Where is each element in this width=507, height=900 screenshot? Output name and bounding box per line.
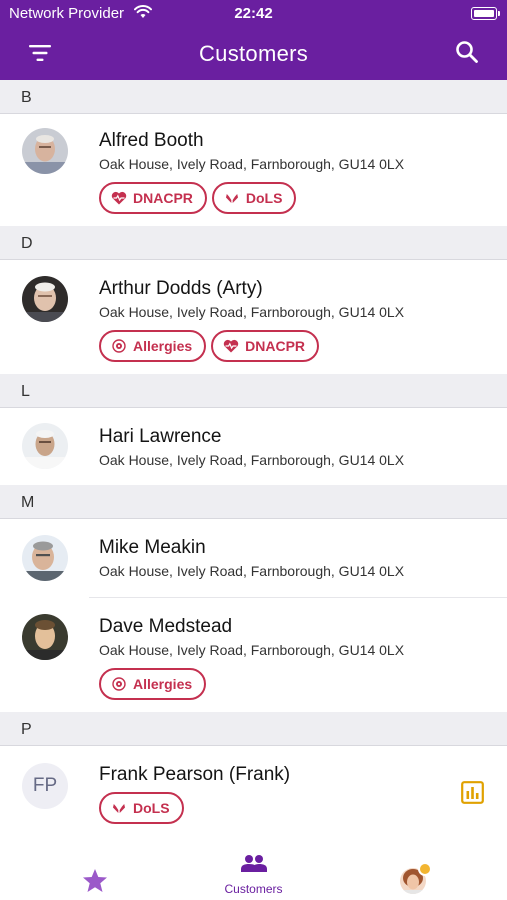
section-header-b: B bbox=[0, 80, 507, 114]
customer-address: Oak House, Ively Road, Farnborough, GU14… bbox=[99, 156, 405, 172]
section-header-l: L bbox=[0, 374, 507, 408]
customer-row-mike-meakin[interactable]: Mike Meakin Oak House, Ively Road, Farnb… bbox=[0, 519, 507, 597]
section-header-m: M bbox=[0, 485, 507, 519]
customer-row-frank-pearson[interactable]: FP Frank Pearson (Frank) DoLS bbox=[0, 746, 507, 848]
page-title: Customers bbox=[198, 41, 309, 66]
customer-name: Mike Meakin bbox=[99, 537, 206, 558]
avatar bbox=[22, 614, 68, 660]
avatar bbox=[22, 423, 68, 469]
badge-star-icon bbox=[418, 862, 432, 876]
avatar bbox=[22, 276, 68, 322]
search-icon[interactable] bbox=[455, 40, 479, 64]
battery-icon bbox=[471, 7, 500, 20]
customer-name: Frank Pearson (Frank) bbox=[99, 764, 291, 785]
alert-tags: Allergies bbox=[99, 668, 207, 700]
tag-label: DoLS bbox=[133, 800, 170, 816]
hands-icon bbox=[225, 194, 238, 203]
customer-name: Arthur Dodds (Arty) bbox=[99, 278, 263, 299]
alert-tags: Allergies DNACPR bbox=[99, 330, 320, 362]
chart-report-icon[interactable] bbox=[461, 781, 484, 804]
bottom-tab-bar: Customers bbox=[0, 848, 507, 900]
alert-tags: DNACPR DoLS bbox=[99, 182, 297, 214]
section-header-d: D bbox=[0, 226, 507, 260]
customer-address: Oak House, Ively Road, Farnborough, GU14… bbox=[99, 642, 405, 658]
tag-allergies[interactable]: Allergies bbox=[99, 330, 207, 362]
star-icon bbox=[83, 869, 107, 892]
tag-label: DoLS bbox=[245, 190, 283, 206]
tab-profile[interactable] bbox=[338, 848, 507, 900]
tag-allergies[interactable]: Allergies bbox=[99, 668, 207, 700]
customer-row-arthur-dodds[interactable]: Arthur Dodds (Arty) Oak House, Ively Roa… bbox=[0, 260, 507, 374]
heart-pulse-icon bbox=[111, 191, 127, 205]
tab-favourites[interactable] bbox=[10, 848, 179, 900]
tab-customers-label: Customers bbox=[224, 882, 283, 896]
allergy-icon bbox=[112, 339, 126, 353]
alert-tags: DoLS bbox=[99, 792, 184, 824]
tag-label: Allergies bbox=[133, 676, 193, 692]
customer-row-alfred-booth[interactable]: Alfred Booth Oak House, Ively Road, Farn… bbox=[0, 114, 507, 226]
tag-dols[interactable]: DoLS bbox=[211, 182, 297, 214]
customer-address: Oak House, Ively Road, Farnborough, GU14… bbox=[99, 304, 405, 320]
customer-name: Hari Lawrence bbox=[99, 426, 222, 447]
tab-customers[interactable]: Customers bbox=[169, 848, 338, 900]
avatar-initials: FP bbox=[22, 763, 68, 809]
customer-name: Alfred Booth bbox=[99, 130, 204, 151]
tag-dols[interactable]: DoLS bbox=[99, 792, 184, 824]
hands-icon bbox=[113, 804, 125, 813]
tag-label: Allergies bbox=[133, 338, 193, 354]
tag-dnacpr[interactable]: DNACPR bbox=[211, 330, 320, 362]
tag-label: DNACPR bbox=[133, 190, 193, 206]
app-header: Customers bbox=[0, 28, 507, 80]
avatar bbox=[22, 128, 68, 174]
customer-row-dave-medstead[interactable]: Dave Medstead Oak House, Ively Road, Far… bbox=[0, 598, 507, 712]
customer-address: Oak House, Ively Road, Farnborough, GU14… bbox=[99, 563, 405, 579]
customer-name: Dave Medstead bbox=[99, 616, 233, 637]
customer-row-hari-lawrence[interactable]: Hari Lawrence Oak House, Ively Road, Far… bbox=[0, 408, 507, 485]
people-icon bbox=[241, 855, 267, 872]
tag-dnacpr[interactable]: DNACPR bbox=[99, 182, 207, 214]
avatar bbox=[22, 535, 68, 581]
tag-label: DNACPR bbox=[245, 338, 306, 354]
heart-pulse-icon bbox=[223, 339, 239, 353]
customer-address: Oak House, Ively Road, Farnborough, GU14… bbox=[99, 452, 405, 468]
allergy-icon bbox=[112, 677, 126, 691]
clock: 22:42 bbox=[234, 5, 273, 22]
section-header-p: P bbox=[0, 712, 507, 746]
status-bar: Network Provider 22:42 bbox=[0, 0, 507, 28]
